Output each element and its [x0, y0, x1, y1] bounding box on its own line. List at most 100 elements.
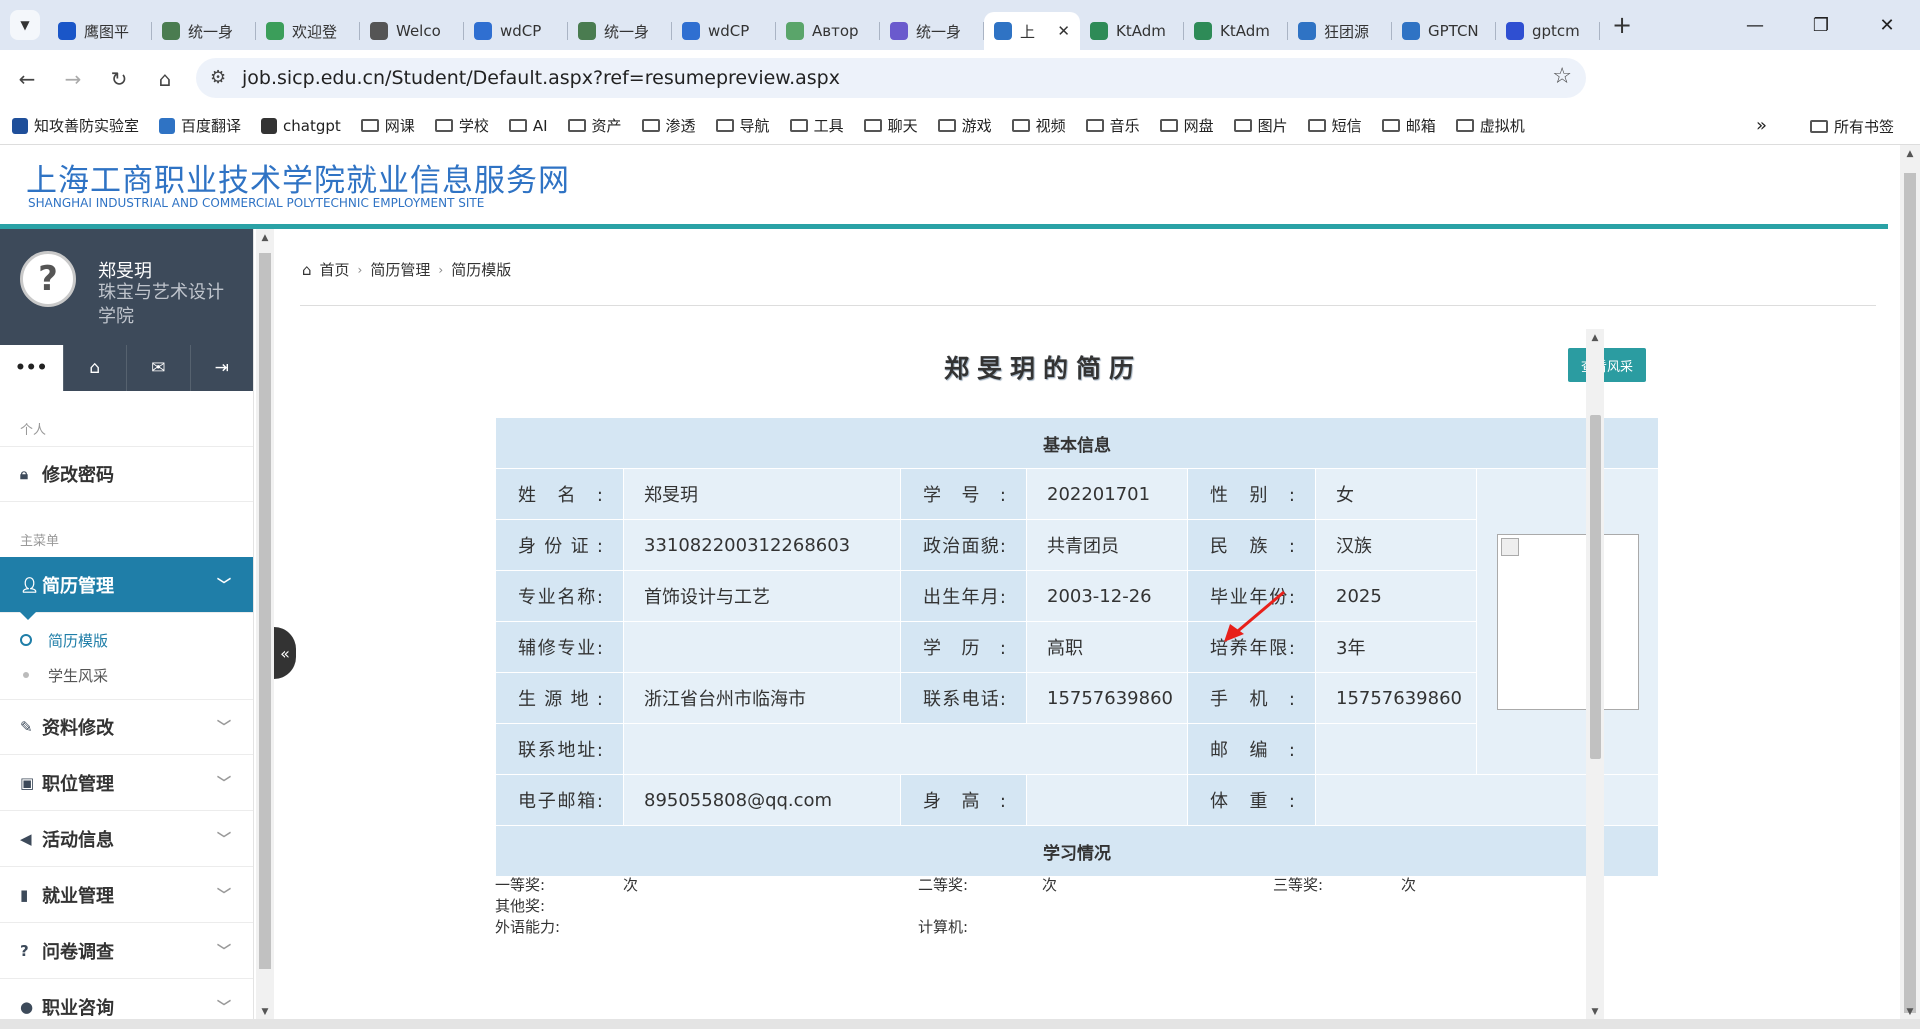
forward-arrow-icon[interactable]: → [54, 67, 92, 91]
bookmark-item[interactable]: 百度翻译 [159, 115, 241, 136]
all-bookmarks-folder[interactable]: 所有书签 [1810, 116, 1894, 137]
minimize-button[interactable]: — [1722, 0, 1788, 50]
breadcrumb-home[interactable]: 首页 [320, 259, 350, 280]
label-education: 学历: [900, 621, 1027, 673]
bookmark-item[interactable]: 知攻善防实验室 [12, 115, 139, 136]
label-other-prize: 其他奖: [495, 897, 546, 915]
favicon-icon [890, 22, 908, 40]
menu-item-events[interactable]: ◀ 活动信息 ﹀ [0, 811, 253, 867]
label-mobile: 手机: [1187, 672, 1316, 724]
browser-tab[interactable]: 狂团源 [1288, 12, 1392, 50]
restore-button[interactable]: ❐ [1788, 0, 1854, 50]
bookmark-item[interactable]: 学校 [434, 115, 489, 136]
site-title[interactable]: 上海工商职业技术学院就业信息服务网 [26, 155, 570, 200]
page-scrollbar[interactable]: ▲ ▼ [1900, 145, 1920, 1019]
tab-search-button[interactable]: ▼ [10, 10, 40, 40]
browser-tab[interactable]: 统一身 [880, 12, 984, 50]
view-showcase-button[interactable]: 查看风采 [1568, 348, 1646, 382]
scroll-down-arrow-icon[interactable]: ▼ [1900, 1007, 1920, 1017]
menu-item-label: 职业咨询 [42, 997, 114, 1019]
bookmark-item[interactable]: 游戏 [937, 115, 992, 136]
menu-item-label: 问卷调查 [42, 941, 114, 963]
table-row: 外语能力: 计算机: [495, 916, 1658, 937]
bookmark-item[interactable]: 虚拟机 [1455, 115, 1525, 136]
scroll-down-arrow-icon[interactable]: ▼ [256, 1007, 274, 1017]
browser-tab[interactable]: KtAdm [1080, 12, 1184, 50]
bookmark-item[interactable]: 图片 [1233, 115, 1288, 136]
tab-title: gptcm [1532, 22, 1580, 40]
scroll-up-arrow-icon[interactable]: ▲ [1586, 333, 1604, 343]
menu-item-jobs[interactable]: ▣ 职位管理 ﹀ [0, 755, 253, 811]
menu-item-employment[interactable]: ▮ 就业管理 ﹀ [0, 867, 253, 923]
menu-item-change-password[interactable]: 🔒︎ 修改密码 [0, 446, 253, 502]
bookmark-star-icon[interactable]: ☆ [1552, 64, 1572, 89]
scroll-down-arrow-icon[interactable]: ▼ [1586, 1007, 1604, 1017]
bookmark-item[interactable]: 邮箱 [1381, 115, 1436, 136]
browser-tab[interactable]: KtAdm [1184, 12, 1288, 50]
bookmark-item[interactable]: AI [508, 115, 548, 136]
breadcrumb: ⌂ 首页 › 简历管理 › 简历模版 [302, 259, 511, 280]
browser-tab[interactable]: GPTCN [1392, 12, 1496, 50]
scrollbar-thumb[interactable] [1590, 415, 1601, 759]
menu-item-survey[interactable]: ? 问卷调查 ﹀ [0, 923, 253, 979]
favicon-icon [58, 22, 76, 40]
sidebar-scrollbar[interactable]: ▲ ▼ [256, 229, 274, 1019]
breadcrumb-resume-management[interactable]: 简历管理 [370, 259, 430, 280]
scrollbar-thumb[interactable] [259, 253, 271, 969]
submenu-item-student-showcase[interactable]: 学生风采 [0, 658, 253, 693]
reload-icon[interactable]: ↻ [100, 67, 138, 91]
label-minor: 辅修专业: [495, 621, 624, 673]
browser-tab[interactable]: 统一身 [568, 12, 672, 50]
submenu-item-resume-template[interactable]: 简历模版 [0, 623, 253, 658]
value-weight [1314, 774, 1660, 826]
bookmark-item[interactable]: 渗透 [641, 115, 696, 136]
browser-tab[interactable]: 统一身 [152, 12, 256, 50]
scrollbar-thumb[interactable] [1904, 173, 1916, 1013]
browser-tab[interactable]: Автор [776, 12, 880, 50]
bookmark-item[interactable]: 网盘 [1159, 115, 1214, 136]
browser-tab[interactable]: 欢迎登 [256, 12, 360, 50]
bookmark-item[interactable]: 音乐 [1085, 115, 1140, 136]
bookmark-item[interactable]: 工具 [789, 115, 844, 136]
pencil-icon: ✎ [20, 718, 33, 736]
value-duration: 3年 [1315, 621, 1477, 673]
mail-icon[interactable]: ✉ [126, 345, 190, 391]
more-bookmarks-icon[interactable]: » [1756, 115, 1767, 136]
home-icon[interactable]: ⌂ [62, 345, 127, 391]
bookmark-label: 邮箱 [1405, 117, 1436, 135]
browser-tab[interactable]: wdCP [464, 12, 568, 50]
shortcut-bar: ••• ⌂ ✉ ⇥ [0, 345, 253, 391]
content-scrollbar[interactable]: ▲ ▼ [1586, 329, 1604, 1019]
browser-tab-active[interactable]: 上 ✕ [984, 12, 1080, 50]
back-arrow-icon[interactable]: ← [8, 67, 46, 91]
close-window-button[interactable]: ✕ [1854, 0, 1920, 50]
menu-item-profile[interactable]: ✎ 资料修改 ﹀ [0, 699, 253, 755]
home-icon[interactable]: ⌂ [146, 67, 184, 91]
folder-icon [1011, 119, 1030, 132]
browser-tab[interactable]: Welco [360, 12, 464, 50]
bookmark-label: 渗透 [665, 117, 696, 135]
bookmark-item[interactable]: 视频 [1011, 115, 1066, 136]
browser-tab[interactable]: wdCP [672, 12, 776, 50]
new-tab-button[interactable]: + [1612, 11, 1632, 39]
browser-tab[interactable]: 鹰图平 [48, 12, 152, 50]
browser-tab[interactable]: gptcm [1496, 12, 1600, 50]
menu-item-consulting[interactable]: ● 职业咨询 ﹀ [0, 979, 253, 1019]
url-text[interactable]: job.sicp.edu.cn/Student/Default.aspx?ref… [242, 67, 840, 89]
close-tab-icon[interactable]: ✕ [1057, 22, 1070, 40]
label-birth: 出生年月: [900, 570, 1027, 622]
bookmark-item[interactable]: 导航 [715, 115, 770, 136]
bookmark-item[interactable]: 资产 [567, 115, 622, 136]
bookmark-item[interactable]: 网课 [360, 115, 415, 136]
logout-icon[interactable]: ⇥ [189, 345, 254, 391]
bookmark-item[interactable]: 短信 [1307, 115, 1362, 136]
scroll-up-arrow-icon[interactable]: ▲ [1900, 149, 1920, 159]
bookmark-item[interactable]: chatgpt [261, 115, 341, 136]
site-info-icon[interactable]: ⚙ [210, 67, 226, 88]
label-major: 专业名称: [495, 570, 624, 622]
bookmark-item[interactable]: 聊天 [863, 115, 918, 136]
more-icon[interactable]: ••• [0, 345, 63, 391]
address-bar[interactable]: ⚙ job.sicp.edu.cn/Student/Default.aspx?r… [196, 58, 1586, 98]
menu-item-resume[interactable]: 👤︎ 简历管理 ﹀ [0, 557, 253, 620]
scroll-up-arrow-icon[interactable]: ▲ [256, 233, 274, 243]
